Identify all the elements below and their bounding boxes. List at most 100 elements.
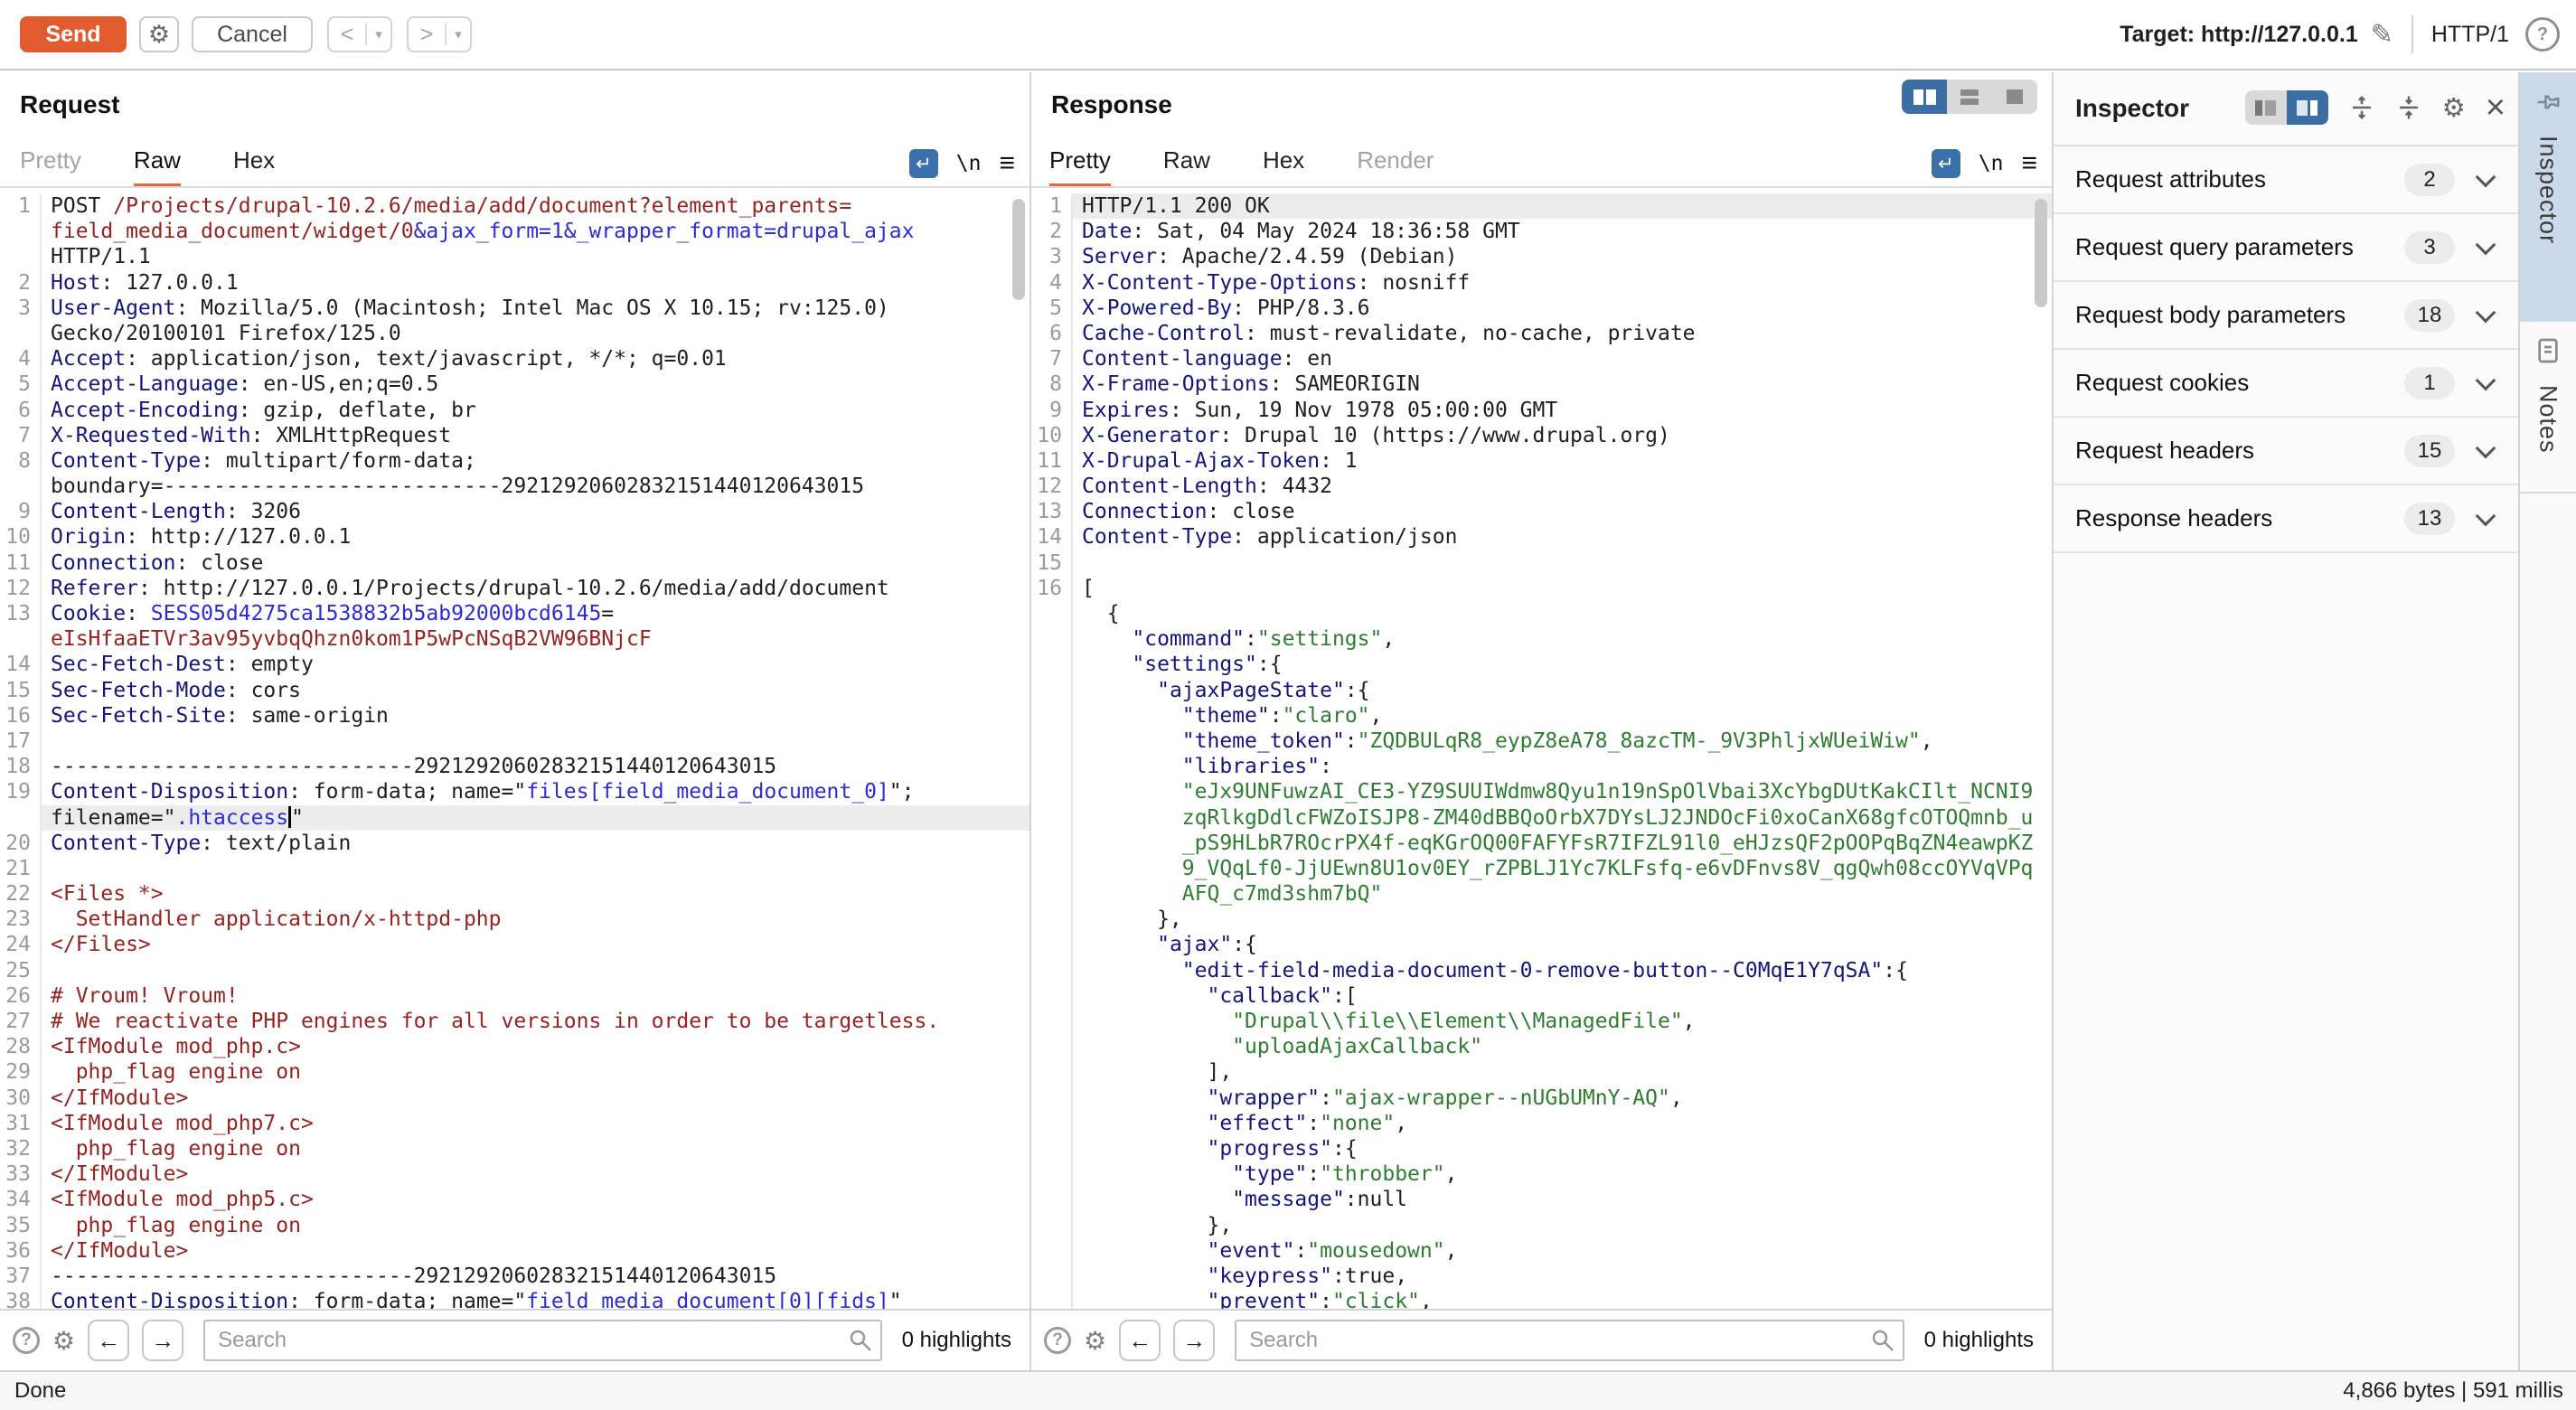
code-line: 11Connection: close: [0, 550, 1029, 576]
inspector-section-request-cookies[interactable]: Request cookies 1: [2054, 350, 2518, 418]
code-line: zqRlkgDdlcFWZoISJP8-ZM40dBBQoOrbX7DYsLJ2…: [1031, 805, 2052, 831]
show-newlines-toggle[interactable]: \n: [1979, 152, 2004, 175]
chevron-down-icon[interactable]: ▾: [447, 18, 470, 51]
search-next-button[interactable]: →: [142, 1320, 183, 1361]
search-previous-button[interactable]: ←: [1119, 1320, 1161, 1361]
code-line: 35 php_flag engine on: [0, 1213, 1029, 1238]
search-previous-button[interactable]: ←: [88, 1320, 129, 1361]
inspector-section-request-query-parameters[interactable]: Request query parameters 3: [2054, 214, 2518, 282]
code-line: 22<Files *>: [0, 881, 1029, 907]
code-line: 15: [1031, 550, 2052, 576]
search-next-button[interactable]: →: [1173, 1320, 1215, 1361]
code-line: },: [1031, 907, 2052, 932]
code-line: 4X-Content-Type-Options: nosniff: [1031, 270, 2052, 296]
tab-response-raw[interactable]: Raw: [1163, 146, 1210, 188]
dock-right-button[interactable]: [2287, 90, 2328, 125]
request-editor[interactable]: 1POST /Projects/drupal-10.2.6/media/add/…: [0, 188, 1029, 1309]
code-line: 5Accept-Language: en-US,en;q=0.5: [0, 371, 1029, 397]
search-icon: [1870, 1328, 1895, 1353]
word-wrap-toggle-icon[interactable]: ↵: [909, 149, 938, 178]
code-line: 31<IfModule mod_php7.c>: [0, 1111, 1029, 1136]
search-settings-icon[interactable]: ⚙: [52, 1326, 75, 1356]
code-line: "ajaxPageState":{: [1031, 678, 2052, 703]
tab-request-pretty[interactable]: Pretty: [20, 146, 81, 188]
http-version-selector[interactable]: HTTP/1: [2431, 22, 2509, 48]
inspector-tab-label: Inspector: [2534, 136, 2562, 244]
code-line: "wrapper":"ajax-wrapper--nUGbUMnY-AQ",: [1031, 1086, 2052, 1111]
code-line: "settings":{: [1031, 652, 2052, 677]
tab-response-pretty[interactable]: Pretty: [1049, 146, 1111, 188]
help-icon[interactable]: ?: [2525, 17, 2560, 52]
line-number: 10: [1031, 423, 1073, 448]
layout-columns-button[interactable]: [1902, 80, 1947, 114]
show-newlines-toggle[interactable]: \n: [956, 152, 982, 175]
line-number: [1031, 983, 1073, 1009]
line-number: [1031, 1086, 1073, 1111]
editor-menu-icon[interactable]: ≡: [999, 148, 1015, 179]
tab-response-hex[interactable]: Hex: [1263, 146, 1304, 188]
code-line: "eJx9UNFuwzAI_CE3-YZ9SUUIWdmw8Qyu1n19nSp…: [1031, 779, 2052, 804]
tab-response-render[interactable]: Render: [1357, 146, 1434, 188]
line-number: 5: [0, 371, 42, 397]
code-line: 19Content-Disposition: form-data; name="…: [0, 779, 1029, 804]
editor-menu-icon[interactable]: ≡: [2021, 148, 2037, 179]
code-line: 1HTTP/1.1 200 OK: [1031, 193, 2052, 219]
code-line: "type":"throbber",: [1031, 1161, 2052, 1187]
chevron-right-icon: >: [409, 18, 445, 51]
next-request-button[interactable]: > ▾: [407, 16, 472, 52]
close-icon[interactable]: ×: [2486, 90, 2505, 125]
collapse-all-icon[interactable]: [2395, 94, 2422, 121]
response-editor[interactable]: 1HTTP/1.1 200 OK2Date: Sat, 04 May 2024 …: [1031, 188, 2052, 1309]
edit-target-icon[interactable]: ✎: [2371, 19, 2393, 51]
code-line: "edit-field-media-document-0-remove-butt…: [1031, 958, 2052, 983]
request-search-input[interactable]: [203, 1320, 881, 1361]
inspector-settings-icon[interactable]: ⚙: [2442, 92, 2466, 124]
count-badge: 15: [2404, 435, 2455, 467]
code-line: 11X-Drupal-Ajax-Token: 1: [1031, 448, 2052, 474]
inspector-section-request-body-parameters[interactable]: Request body parameters 18: [2054, 282, 2518, 350]
send-button[interactable]: Send: [20, 16, 127, 52]
count-badge: 3: [2404, 231, 2455, 264]
previous-request-button[interactable]: < ▾: [327, 16, 392, 52]
tab-request-hex[interactable]: Hex: [233, 146, 275, 188]
layout-single-button[interactable]: [1992, 80, 2037, 114]
request-scrollbar[interactable]: [1012, 199, 1025, 300]
cancel-button[interactable]: Cancel: [192, 16, 313, 52]
line-number: [1031, 958, 1073, 983]
line-number: [0, 244, 42, 269]
dock-left-button[interactable]: [2245, 90, 2287, 125]
line-number: 28: [0, 1034, 42, 1059]
response-metrics: 4,866 bytes | 591 millis: [2343, 1378, 2576, 1404]
tab-request-raw[interactable]: Raw: [134, 146, 181, 188]
chevron-down-icon[interactable]: ▾: [367, 18, 390, 51]
line-number: 7: [1031, 346, 1073, 371]
search-settings-icon[interactable]: ⚙: [1084, 1326, 1106, 1356]
response-search-input[interactable]: [1235, 1320, 1904, 1361]
layout-rows-button[interactable]: [1947, 80, 1992, 114]
response-highlights-count: 0 highlights: [1924, 1328, 2034, 1353]
tab-notes[interactable]: Notes: [2520, 322, 2576, 494]
line-number: 30: [0, 1086, 42, 1111]
search-help-icon[interactable]: ?: [1044, 1327, 1071, 1354]
tab-inspector[interactable]: Inspector: [2520, 72, 2576, 322]
line-number: 13: [1031, 499, 1073, 524]
inspector-section-request-headers[interactable]: Request headers 15: [2054, 418, 2518, 485]
response-scrollbar[interactable]: [2035, 199, 2047, 307]
code-line: boundary=---------------------------2921…: [0, 474, 1029, 499]
code-line: 8X-Frame-Options: SAMEORIGIN: [1031, 371, 2052, 397]
line-number: 15: [0, 678, 42, 703]
line-number: 33: [0, 1161, 42, 1187]
pin-icon[interactable]: [2534, 89, 2562, 116]
status-bar: Done 4,866 bytes | 591 millis: [0, 1370, 2576, 1410]
expand-all-icon[interactable]: [2348, 94, 2375, 121]
code-line: "command":"settings",: [1031, 626, 2052, 652]
inspector-section-response-headers[interactable]: Response headers 13: [2054, 485, 2518, 553]
notes-icon: [2534, 336, 2562, 365]
inspector-section-request-attributes[interactable]: Request attributes 2: [2054, 146, 2518, 214]
request-settings-button[interactable]: ⚙: [139, 16, 179, 52]
code-line: 21: [0, 856, 1029, 881]
code-line: 3User-Agent: Mozilla/5.0 (Macintosh; Int…: [0, 296, 1029, 321]
search-help-icon[interactable]: ?: [13, 1327, 40, 1354]
line-number: [1031, 856, 1073, 881]
word-wrap-toggle-icon[interactable]: ↵: [1932, 149, 1960, 178]
